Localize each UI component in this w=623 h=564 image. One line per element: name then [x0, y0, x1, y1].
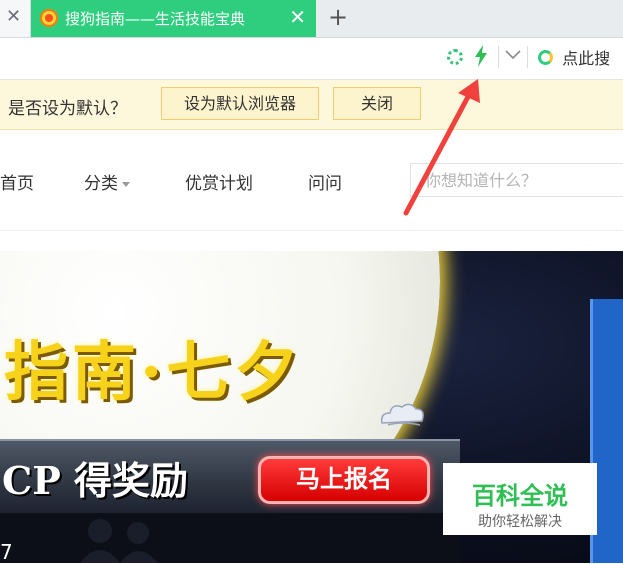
- sogou-favicon-icon: [40, 9, 58, 27]
- banner-headline: 指南·七夕: [4, 335, 303, 410]
- toolbar-divider: [527, 46, 528, 68]
- address-bar: [0, 38, 623, 80]
- tab-title: 搜狗指南——生活技能宝典: [65, 10, 246, 28]
- chevron-down-icon[interactable]: [504, 48, 522, 62]
- caret-down-icon: [122, 181, 130, 187]
- banner-corner-text: 7: [0, 540, 13, 564]
- baike-badge[interactable]: 百科全说 助你轻松解决: [443, 463, 597, 535]
- couple-silhouette: [80, 519, 158, 563]
- tab-active[interactable]: 搜狗指南——生活技能宝典 ✕: [31, 0, 316, 37]
- nav-home[interactable]: 首页: [0, 169, 34, 194]
- set-default-button[interactable]: 设为默认浏览器: [161, 87, 319, 120]
- search-engine-icon: [538, 49, 553, 65]
- browser-search-placeholder: 点此搜: [562, 49, 611, 68]
- nav-category-label: 分类: [84, 174, 118, 194]
- baike-subtitle: 助你轻松解决: [478, 514, 562, 530]
- lightning-icon[interactable]: [473, 45, 489, 67]
- nav-category[interactable]: 分类: [84, 169, 130, 194]
- baike-title: 百科全说: [472, 482, 568, 510]
- new-tab-button[interactable]: +: [328, 3, 348, 31]
- signup-button[interactable]: 马上报名: [258, 456, 430, 504]
- previous-tab[interactable]: ✕: [0, 0, 31, 37]
- tab-close-icon[interactable]: ✕: [289, 5, 306, 29]
- close-icon[interactable]: ✕: [6, 6, 21, 27]
- refresh-icon[interactable]: [447, 49, 463, 65]
- nav-reward-plan[interactable]: 优赏计划: [185, 169, 253, 194]
- banner-subline: CP 得奖励: [2, 458, 189, 503]
- toolbar-divider: [498, 46, 499, 68]
- browser-search-box[interactable]: 点此搜: [538, 45, 610, 69]
- tab-strip: ✕ 搜狗指南——生活技能宝典 ✕ +: [0, 0, 623, 38]
- default-browser-question: 是否设为默认？: [8, 99, 127, 119]
- cloud-icon: [380, 403, 424, 426]
- nav-wenwen[interactable]: 问问: [308, 169, 342, 194]
- default-browser-notification: 是否设为默认？ 设为默认浏览器 关闭: [0, 80, 623, 130]
- annotation-arrow: [403, 79, 480, 216]
